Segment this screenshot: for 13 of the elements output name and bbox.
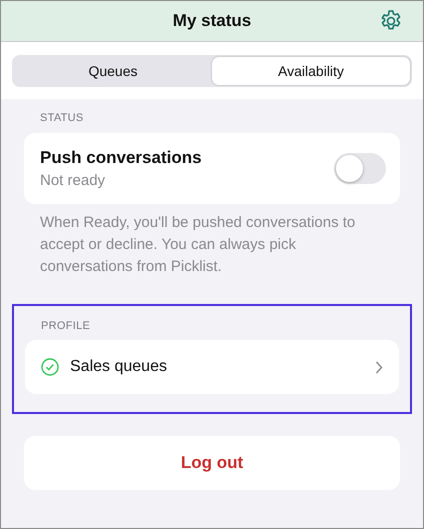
profile-row[interactable]: Sales queues — [25, 340, 399, 394]
setting-subtitle: Not ready — [40, 172, 106, 189]
help-text: When Ready, you'll be pushed conversations to accept or decline. You can always pick conversations from Picklist. — [39, 213, 356, 277]
chevron-icon — [375, 360, 383, 374]
logout-button[interactable]: Log out — [24, 436, 400, 490]
section-heading: STATUS — [39, 112, 85, 124]
setting-title: Push conversations — [40, 148, 203, 168]
tab[interactable]: Availability — [212, 57, 410, 85]
toggle-switch[interactable] — [334, 153, 386, 184]
section-heading: PROFILE — [40, 320, 92, 332]
profile-name: Sales queues — [70, 358, 168, 376]
page-title: My status — [172, 11, 252, 31]
tab[interactable]: Queues — [14, 57, 212, 85]
